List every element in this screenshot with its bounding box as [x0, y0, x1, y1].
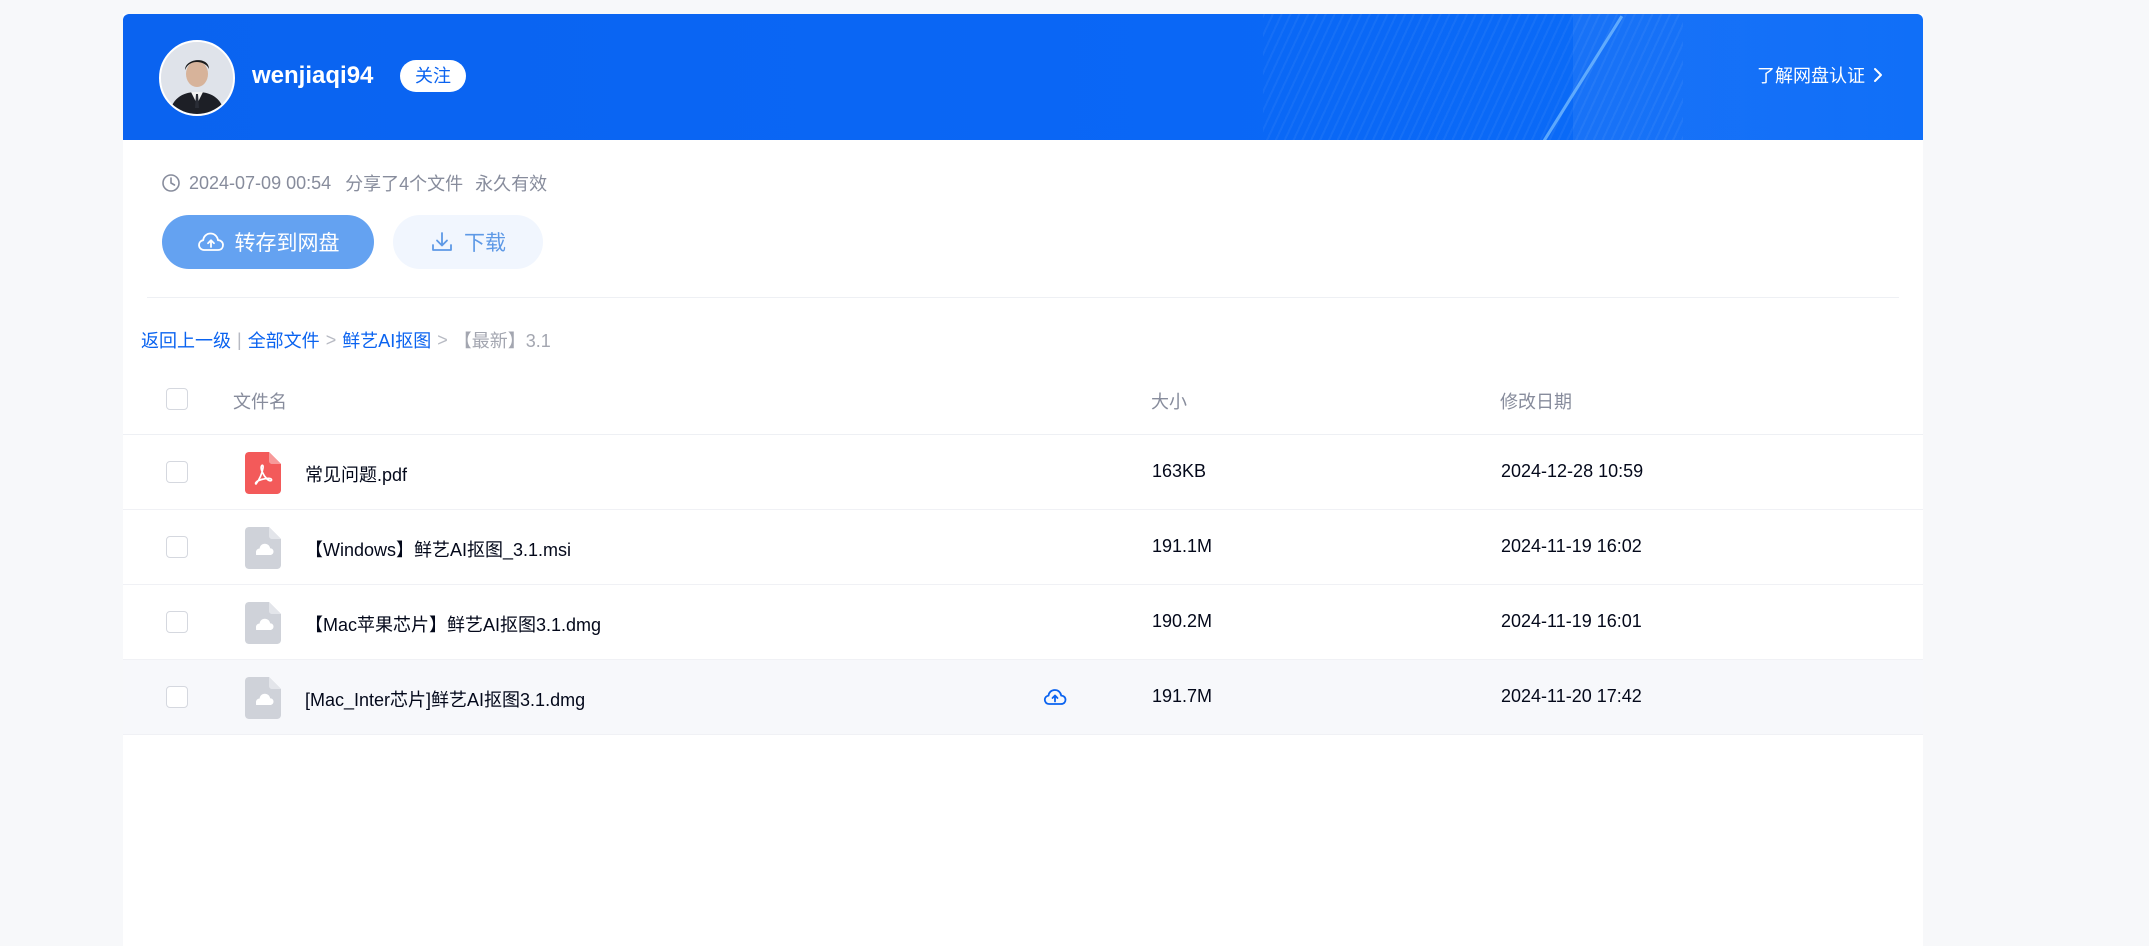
row-checkbox[interactable]	[166, 611, 188, 633]
share-validity: 永久有效	[475, 174, 548, 194]
cloud-file-icon	[245, 677, 281, 719]
file-size: 191.7M	[1152, 686, 1213, 706]
learn-certification-label: 了解网盘认证	[1757, 66, 1865, 86]
file-name[interactable]: 常见问题.pdf	[305, 461, 407, 487]
file-name[interactable]: 【Mac苹果芯片】鲜艺AI抠图3.1.dmg	[305, 611, 601, 637]
column-header-date[interactable]: 修改日期	[1500, 388, 1572, 414]
breadcrumb-arrow: >	[437, 329, 448, 350]
file-table-header: 文件名 大小 修改日期	[123, 364, 1923, 435]
download-button[interactable]: 下载	[393, 215, 543, 269]
share-meta: 2024-07-09 00:54 分享了4个文件 永久有效	[161, 170, 547, 196]
file-date: 2024-11-20 17:42	[1501, 686, 1642, 706]
follow-button[interactable]: 关注	[400, 60, 466, 92]
share-timestamp: 2024-07-09 00:54	[189, 172, 332, 193]
row-checkbox[interactable]	[166, 536, 188, 558]
file-size: 163KB	[1152, 461, 1207, 481]
username[interactable]: wenjiaqi94	[252, 62, 373, 90]
select-all-checkbox[interactable]	[166, 388, 188, 410]
file-size: 191.1M	[1152, 536, 1213, 556]
file-date: 2024-11-19 16:01	[1501, 611, 1642, 631]
learn-certification-link[interactable]: 了解网盘认证	[1757, 62, 1883, 88]
download-icon	[432, 232, 452, 251]
breadcrumb: 返回上一级 | 全部文件 > 鲜艺AI抠图 > 【最新】3.1	[141, 327, 551, 353]
file-date: 2024-12-28 10:59	[1501, 461, 1644, 481]
download-label: 下载	[464, 232, 506, 255]
breadcrumb-separator: |	[237, 329, 242, 350]
cloud-file-icon	[245, 602, 281, 644]
share-header-banner: wenjiaqi94 关注 了解网盘认证	[123, 14, 1923, 140]
row-checkbox[interactable]	[166, 461, 188, 483]
file-size: 190.2M	[1152, 611, 1213, 631]
column-header-name[interactable]: 文件名	[233, 388, 287, 414]
share-file-count: 分享了4个文件	[345, 174, 464, 194]
table-row[interactable]: [Mac_Inter芯片]鲜艺AI抠图3.1.dmg 191.7M 2024-1…	[123, 660, 1923, 735]
breadcrumb-arrow: >	[325, 329, 337, 350]
file-name[interactable]: [Mac_Inter芯片]鲜艺AI抠图3.1.dmg	[305, 686, 585, 712]
column-header-size[interactable]: 大小	[1151, 388, 1187, 414]
divider	[147, 297, 1899, 298]
cloud-file-icon	[245, 527, 281, 569]
current-folder: 【最新】3.1	[453, 331, 551, 351]
folder-link[interactable]: 鲜艺AI抠图	[342, 327, 431, 353]
table-row[interactable]: 【Windows】鲜艺AI抠图_3.1.msi 191.1M 2024-11-1…	[123, 510, 1923, 585]
avatar[interactable]	[159, 40, 235, 116]
user-avatar-image	[161, 42, 233, 114]
row-checkbox[interactable]	[166, 686, 188, 708]
clock-icon	[162, 174, 180, 192]
cloud-upload-icon	[197, 232, 224, 251]
table-row[interactable]: 【Mac苹果芯片】鲜艺AI抠图3.1.dmg 190.2M 2024-11-19…	[123, 585, 1923, 660]
file-name[interactable]: 【Windows】鲜艺AI抠图_3.1.msi	[305, 536, 571, 562]
save-to-cloud-icon[interactable]	[1043, 685, 1067, 709]
back-link[interactable]: 返回上一级	[141, 327, 231, 353]
file-date: 2024-11-19 16:02	[1501, 536, 1642, 556]
pdf-icon	[245, 452, 281, 494]
all-files-link[interactable]: 全部文件	[248, 327, 320, 353]
share-page-card: wenjiaqi94 关注 了解网盘认证 2024-07-09 00:54 分享…	[123, 14, 1923, 946]
save-to-drive-label: 转存到网盘	[234, 232, 340, 255]
table-row[interactable]: 常见问题.pdf 163KB 2024-12-28 10:59	[123, 435, 1923, 510]
save-to-drive-button[interactable]: 转存到网盘	[162, 215, 374, 269]
chevron-right-icon	[1874, 68, 1882, 82]
